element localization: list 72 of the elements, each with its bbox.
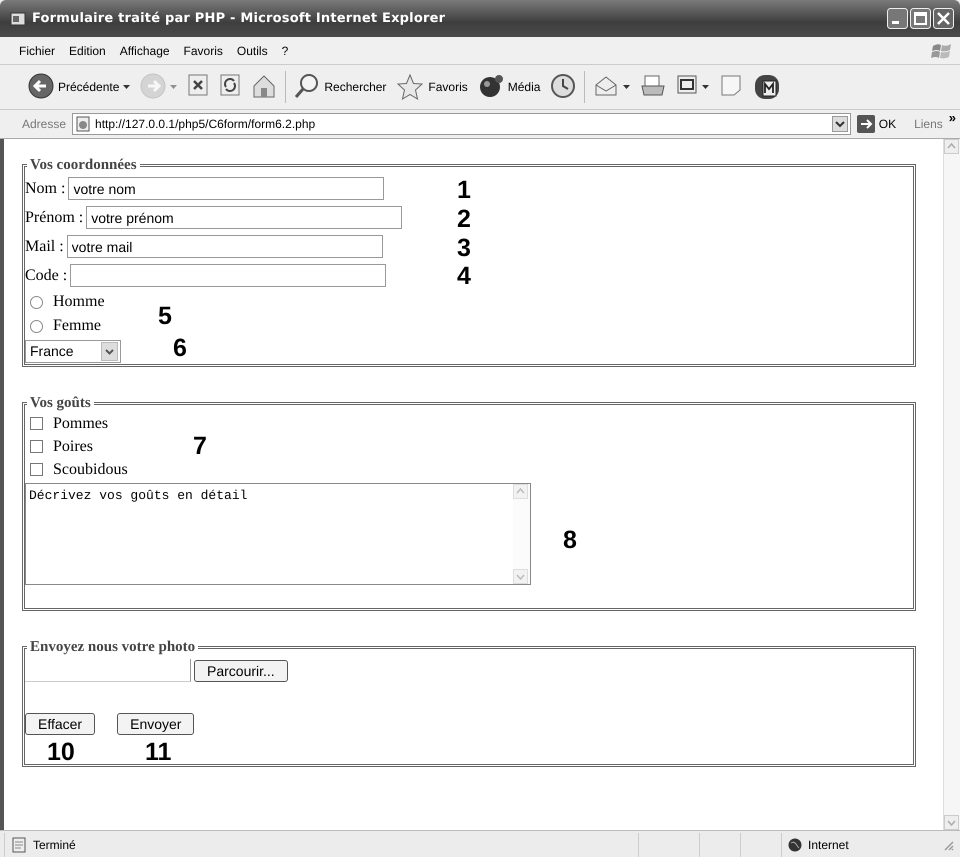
option-label: Pommes [53,414,108,432]
dropdown-icon [101,342,118,360]
go-button[interactable]: OK [856,115,908,133]
file-field[interactable] [25,659,191,682]
scrollbar[interactable] [513,484,530,584]
menu-item[interactable]: Fichier [12,42,62,60]
option-label: Poires [53,438,93,456]
history-icon[interactable] [550,73,576,101]
menu-item[interactable]: Favoris [176,42,230,60]
group-legend: Vos coordonnées [27,157,140,174]
text-field[interactable]: votre mail [66,235,383,258]
browse-button[interactable]: Parcourir... [194,660,288,682]
menu-item[interactable]: Edition [62,42,113,60]
menu-item[interactable]: Affichage [112,42,177,60]
caret-icon[interactable] [623,85,630,89]
favorites-button[interactable]: Favoris [394,71,470,103]
callout-number: 3 [457,236,471,261]
scroll-down-icon [513,569,528,584]
country-select[interactable]: France [25,340,121,362]
callout-number: 7 [193,434,207,459]
dropdown-icon[interactable] [832,116,848,132]
status-text: Terminé [33,838,76,852]
callout-number: 2 [457,207,471,232]
radio-button[interactable] [30,320,43,332]
group-legend: Envoyez nous votre photo [27,639,198,656]
text-field[interactable] [70,264,386,287]
zone-text: Internet [808,838,849,852]
field-label: Nom : [25,180,66,198]
group-legend: Vos goûts [27,395,94,412]
menu-item[interactable]: Outils [230,42,275,60]
address-field[interactable]: http://127.0.0.1/php5/C6form/form6.2.php [72,113,851,135]
globe-icon [788,838,802,852]
page-icon [75,116,92,132]
media-button[interactable]: Média [476,71,542,103]
window-title: Formulaire traité par PHP - Microsoft Internet Explorer [32,11,446,26]
field-label: Code : [25,266,68,284]
text-field[interactable]: votre nom [68,177,384,200]
caret-icon[interactable] [702,85,710,89]
search-button[interactable]: Rechercher [292,71,388,103]
callout-number: 4 [457,264,471,289]
page-icon [11,837,27,853]
scroll-up-icon [513,484,528,499]
checkbox[interactable] [30,440,43,453]
address-label: Adresse [22,117,66,131]
callout-number: 1 [457,178,471,203]
close-icon[interactable] [933,8,954,29]
field-label: Prénom : [25,208,84,226]
more-button[interactable]: » [948,110,956,125]
radio-button[interactable] [30,296,43,308]
minimize-icon[interactable] [887,8,908,29]
menu-item[interactable]: ? [274,42,296,60]
callout-number: 8 [563,528,577,553]
resize-grip-icon[interactable] [942,839,954,851]
text-field[interactable]: votre prénom [86,206,402,229]
caret-icon[interactable] [123,85,130,89]
option-label: Scoubidous [53,460,128,478]
reset-button[interactable]: Effacer [25,712,96,734]
field-label: Mail : [25,238,64,256]
links-button[interactable]: Liens [914,117,943,131]
option-label: Femme [53,317,101,335]
callout-number: 11 [145,740,172,765]
submit-button[interactable]: Envoyer [117,712,194,734]
back-button[interactable]: Précédente [26,71,132,103]
maximize-icon[interactable] [910,8,931,29]
scrollbar[interactable] [943,139,960,830]
callout-number: 6 [173,336,187,361]
callout-number: 10 [47,740,75,765]
option-label: Homme [53,293,105,311]
window-icon [10,10,26,26]
checkbox[interactable] [30,417,43,430]
checkbox[interactable] [30,463,43,476]
callout-number: 5 [158,304,172,329]
